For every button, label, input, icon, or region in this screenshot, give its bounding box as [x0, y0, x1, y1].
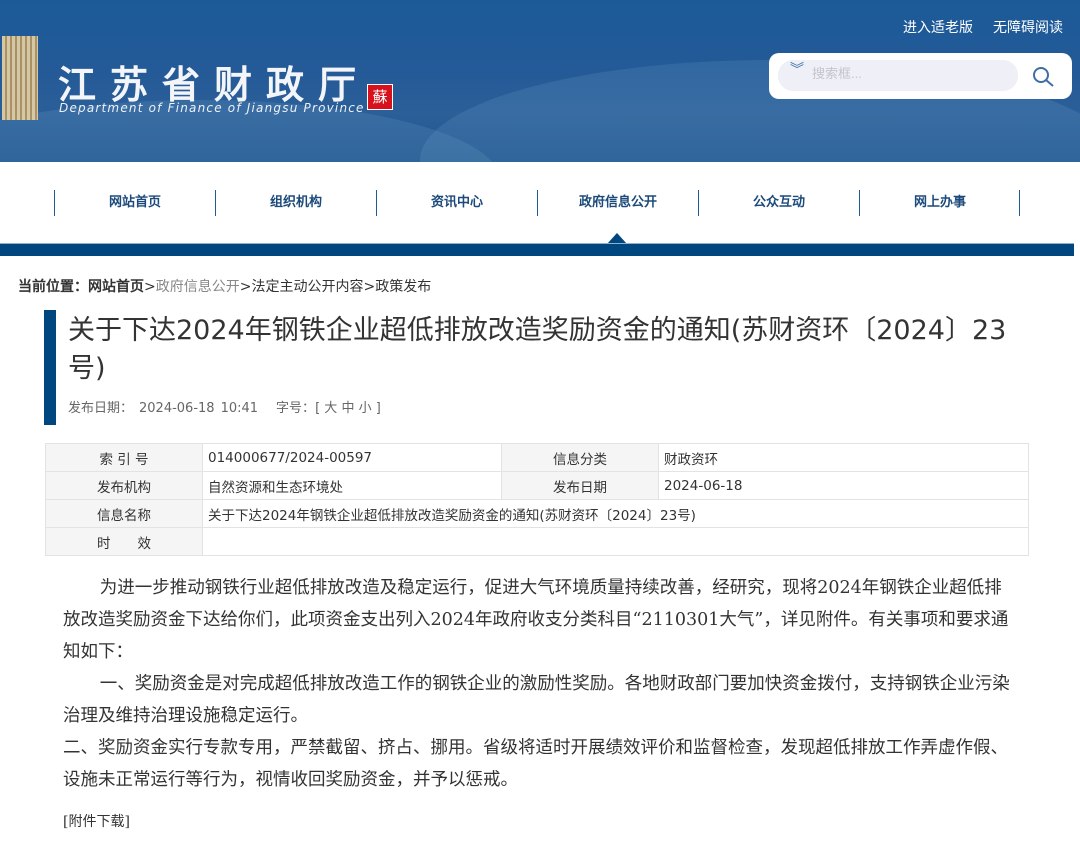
breadcrumb-sep: >: [144, 279, 156, 295]
site-logo-subtitle: Department of Finance of Jiangsu Provinc…: [59, 101, 365, 115]
nav-bar: [0, 243, 1074, 256]
table-row: 信息名称 关于下达2024年钢铁企业超低排放改造奖励资金的通知(苏财资环〔202…: [45, 499, 1029, 528]
org-value: 自然资源和生态环境处: [202, 471, 502, 500]
nav-organization[interactable]: 组织机构: [215, 190, 376, 216]
article-body: 为进一步推动钢铁行业超低排放改造及稳定运行，促进大气环境质量持续改善，经研究，现…: [63, 572, 1013, 796]
index-value: 014000677/2024-00597: [202, 443, 502, 472]
validity-value: [202, 527, 1029, 556]
breadcrumb-label: 当前位置：: [18, 279, 88, 295]
font-size-label: 字号：: [276, 401, 316, 416]
index-label: 索 引 号: [45, 443, 203, 472]
chevron-down-icon[interactable]: ︾: [790, 63, 804, 77]
paragraph: 一、奖励资金是对完成超低排放改造工作的钢铁企业的激励性奖励。各地财政部门要加快资…: [63, 674, 1010, 726]
category-value: 财政资环: [658, 443, 1029, 472]
breadcrumb: 当前位置：网站首页>政府信息公开>法定主动公开内容>政策发布: [18, 276, 431, 296]
paragraph: 为进一步推动钢铁行业超低排放改造及稳定运行，促进大气环境质量持续改善，经研究，现…: [63, 578, 1009, 662]
breadcrumb-sep: >: [239, 279, 252, 295]
nav-divider: [1019, 190, 1020, 216]
attachment-download-link[interactable]: [附件下载]: [63, 811, 130, 831]
article-meta: 发布日期： 2024-06-18 10:41 字号：[ 大 中 小 ]: [68, 401, 381, 416]
table-row: 索 引 号 014000677/2024-00597 信息分类 财政资环: [45, 443, 1029, 472]
table-row: 时 效: [45, 527, 1029, 556]
search-field: ︾: [778, 60, 1018, 91]
pubdate-label: 发布日期: [501, 471, 659, 500]
elder-mode-link[interactable]: 进入适老版: [903, 17, 973, 37]
pubdate-value: 2024-06-18: [658, 471, 1029, 500]
site-header: 江苏省财政厅 Department of Finance of Jiangsu …: [0, 0, 1080, 162]
breadcrumb-sep: >: [363, 279, 376, 295]
accessible-reading-link[interactable]: 无障碍阅读: [993, 17, 1063, 37]
nav-gov-info[interactable]: 政府信息公开: [537, 190, 698, 216]
org-label: 发布机构: [45, 471, 203, 500]
font-medium[interactable]: 中: [341, 401, 354, 416]
publish-time: 10:41: [220, 401, 259, 416]
logo-emblem: [2, 36, 38, 120]
name-label: 信息名称: [45, 499, 203, 528]
nav-online-service[interactable]: 网上办事: [859, 190, 1020, 216]
search-input[interactable]: [812, 66, 1012, 81]
table-row: 发布机构 自然资源和生态环境处 发布日期 2024-06-18: [45, 471, 1029, 500]
info-table: 索 引 号 014000677/2024-00597 信息分类 财政资环 发布机…: [45, 443, 1029, 556]
category-label: 信息分类: [501, 443, 659, 472]
article-title: 关于下达2024年钢铁企业超低排放改造奖励资金的通知(苏财资环〔2024〕23号…: [68, 315, 1007, 384]
nav-interaction[interactable]: 公众互动: [698, 190, 859, 216]
breadcrumb-home[interactable]: 网站首页: [88, 279, 144, 295]
search-box: ︾: [769, 53, 1072, 99]
font-large[interactable]: 大: [324, 401, 337, 416]
search-icon[interactable]: [1031, 65, 1055, 89]
date-label: 发布日期：: [68, 401, 134, 416]
nav-home[interactable]: 网站首页: [54, 190, 215, 216]
publish-date: 2024-06-18: [139, 401, 215, 416]
breadcrumb-gov-info[interactable]: 政府信息公开: [156, 279, 240, 295]
validity-label: 时 效: [45, 527, 203, 556]
paragraph: 二、奖励资金实行专款专用，严禁截留、挤占、挪用。省级将适时开展绩效评价和监督检查…: [63, 738, 1008, 790]
article-header: 关于下达2024年钢铁企业超低排放改造奖励资金的通知(苏财资环〔2024〕23号…: [44, 310, 1034, 425]
nav-news[interactable]: 资讯中心: [376, 190, 537, 216]
name-value: 关于下达2024年钢铁企业超低排放改造奖励资金的通知(苏财资环〔2024〕23号…: [202, 499, 1029, 528]
main-nav: 网站首页 组织机构 资讯中心 政府信息公开 公众互动 网上办事: [0, 162, 1080, 243]
breadcrumb-policy[interactable]: 政策发布: [375, 279, 431, 295]
font-small[interactable]: 小: [359, 401, 372, 416]
breadcrumb-statutory[interactable]: 法定主动公开内容: [251, 279, 363, 295]
seal-logo: 蘇: [367, 84, 393, 110]
